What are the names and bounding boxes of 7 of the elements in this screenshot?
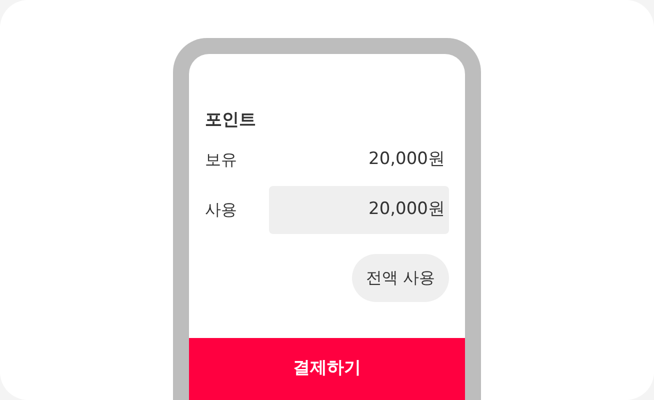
use-all-button[interactable]: 전액 사용 <box>352 254 449 302</box>
section-title: 포인트 <box>205 109 257 132</box>
balance-label: 보유 <box>205 149 237 171</box>
use-label: 사용 <box>205 199 237 221</box>
input-field[interactable]: 20,000원 <box>269 186 449 234</box>
balance-value: 20,000원 <box>368 148 446 172</box>
pay-button[interactable]: 결제하기 <box>189 338 465 400</box>
